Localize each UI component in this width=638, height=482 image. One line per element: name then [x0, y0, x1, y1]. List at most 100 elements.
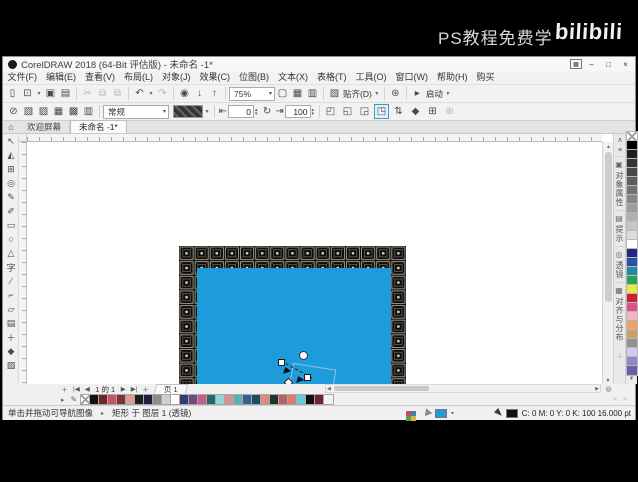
page-tab[interactable]: 页 1	[154, 384, 188, 394]
menu-item[interactable]: 对象(J)	[158, 71, 196, 84]
texture-transparency-icon[interactable]: ▥	[81, 104, 96, 119]
color-swatch[interactable]	[243, 395, 252, 404]
options-gear-icon[interactable]: ⊛	[388, 86, 403, 101]
color-swatch[interactable]	[627, 168, 637, 177]
color-swatch[interactable]	[627, 303, 637, 312]
color-swatch[interactable]	[216, 395, 225, 404]
color-swatch[interactable]	[315, 395, 324, 404]
show-rulers-icon[interactable]: ▦	[290, 86, 305, 101]
menu-item[interactable]: 查看(V)	[81, 71, 120, 84]
color-swatch[interactable]	[108, 395, 117, 404]
transparency-tool[interactable]: ▤	[3, 316, 19, 330]
color-swatch[interactable]	[627, 240, 637, 249]
color-swatch[interactable]	[144, 395, 153, 404]
shape-tool[interactable]: ◭	[3, 148, 19, 162]
color-swatch[interactable]	[99, 395, 108, 404]
close-button[interactable]: ×	[618, 58, 633, 70]
color-swatch[interactable]	[627, 348, 637, 357]
menu-item[interactable]: 文件(F)	[3, 71, 42, 84]
eyedropper-icon[interactable]: ✎	[71, 395, 78, 404]
copy-transparency-icon[interactable]: ◆	[408, 104, 423, 119]
stepper-icon[interactable]: ▴▾	[255, 108, 258, 116]
welcome-toggle-icon[interactable]: ▦	[570, 59, 582, 69]
drop-shadow-tool[interactable]: ▱	[3, 302, 19, 316]
next-page-button[interactable]: ▶	[118, 385, 128, 393]
color-swatch[interactable]	[627, 159, 637, 168]
smart-fill-tool[interactable]: ▨	[3, 358, 19, 372]
color-swatch[interactable]	[627, 177, 637, 186]
open-icon[interactable]: ⊡	[20, 86, 35, 101]
connector-tool[interactable]: ⌐	[3, 288, 19, 302]
launch-dropdown-icon[interactable]: ▾	[444, 86, 452, 101]
scroll-right-icon[interactable]: ▶	[595, 385, 599, 393]
redo-icon[interactable]: ↷	[155, 86, 170, 101]
menu-item[interactable]: 表格(T)	[313, 71, 352, 84]
docker-tab[interactable]: ▣对象属性	[614, 156, 625, 210]
previous-page-button[interactable]: ◀	[82, 385, 92, 393]
color-swatch[interactable]	[90, 395, 99, 404]
last-page-button[interactable]: ▶|	[128, 385, 140, 393]
color-swatch[interactable]	[297, 395, 306, 404]
tab-untitled-document[interactable]: 未命名 -1*	[70, 120, 127, 133]
color-swatch[interactable]	[627, 339, 637, 348]
color-swatch[interactable]	[627, 294, 637, 303]
color-swatch[interactable]	[135, 395, 144, 404]
horizontal-scroll-thumb[interactable]	[334, 386, 429, 391]
docker-tab[interactable]: ◎透镜	[614, 246, 625, 282]
title-bar[interactable]: CorelDRAW 2018 (64-Bit 评估版) - 未命名 -1* ▦ …	[3, 57, 635, 71]
color-swatch[interactable]	[126, 395, 135, 404]
export-icon[interactable]: ↑	[207, 86, 222, 101]
color-swatch[interactable]	[261, 395, 270, 404]
navigator-zoom-icon[interactable]: ◎	[603, 384, 614, 393]
transparency-picker-icon[interactable]: ⊞	[425, 104, 440, 119]
color-swatch[interactable]	[234, 395, 243, 404]
palette-flyout-icon[interactable]: ▸	[61, 396, 65, 404]
rotate-icon[interactable]: ↻	[260, 104, 275, 119]
color-swatch[interactable]	[117, 395, 126, 404]
save-icon[interactable]: ▣	[43, 86, 58, 101]
docker-tab[interactable]: ▦对齐与分布	[614, 282, 625, 345]
picker-dropdown-icon[interactable]: ▾	[203, 104, 211, 119]
color-swatch[interactable]	[627, 222, 637, 231]
zoom-tool[interactable]: ◎	[3, 176, 19, 190]
color-swatch[interactable]	[162, 395, 171, 404]
rectangle-tool[interactable]: ▭	[3, 218, 19, 232]
apply-to-fill-outline-icon[interactable]: ◳	[374, 104, 389, 119]
color-swatch[interactable]	[207, 395, 216, 404]
tab-welcome-screen[interactable]: 欢迎屏幕	[19, 120, 70, 133]
ruler-origin-box[interactable]	[19, 134, 27, 142]
mirror-tiles-icon[interactable]: ⇅	[391, 104, 406, 119]
scroll-left-icon[interactable]: ◀	[327, 385, 331, 393]
fountain-transparency-icon[interactable]: ▨	[36, 104, 51, 119]
color-swatch[interactable]	[627, 249, 637, 258]
color-swatch[interactable]	[627, 204, 637, 213]
full-screen-preview-icon[interactable]: ▢	[275, 86, 290, 101]
artistic-media-tool[interactable]: ✐	[3, 204, 19, 218]
undo-dropdown[interactable]: ▾	[147, 86, 155, 101]
launch-icon[interactable]: ▸	[410, 86, 425, 101]
color-swatch[interactable]	[225, 395, 234, 404]
snap-dropdown-icon[interactable]: ▾	[373, 86, 381, 101]
menu-item[interactable]: 窗口(W)	[391, 71, 433, 84]
snap-to-label[interactable]: 贴齐(D)	[343, 88, 372, 100]
new-document-icon[interactable]: ▯	[5, 86, 20, 101]
rotation-handle[interactable]	[299, 351, 308, 360]
copy-icon[interactable]: ⧉	[95, 86, 110, 101]
first-page-button[interactable]: |◀	[71, 385, 83, 393]
paste-icon[interactable]: ⧉	[110, 86, 125, 101]
color-eyedropper-tool[interactable]: ＋	[3, 330, 19, 344]
color-swatch[interactable]	[306, 395, 315, 404]
import-icon[interactable]: ↓	[192, 86, 207, 101]
minimize-button[interactable]: –	[584, 58, 599, 70]
color-swatch[interactable]	[198, 395, 207, 404]
color-swatch[interactable]	[288, 395, 297, 404]
stepper-icon[interactable]: ▴▾	[312, 108, 315, 116]
color-swatch[interactable]	[252, 395, 261, 404]
color-swatch[interactable]	[627, 195, 637, 204]
snap-to-icon[interactable]: ▧	[327, 86, 342, 101]
docker-tab[interactable]: ▤提示	[614, 210, 625, 246]
more-options-icon[interactable]: ⊕	[442, 104, 457, 119]
uniform-transparency-icon[interactable]: ▧	[21, 104, 36, 119]
color-swatch[interactable]	[279, 395, 288, 404]
color-swatch[interactable]	[627, 150, 637, 159]
